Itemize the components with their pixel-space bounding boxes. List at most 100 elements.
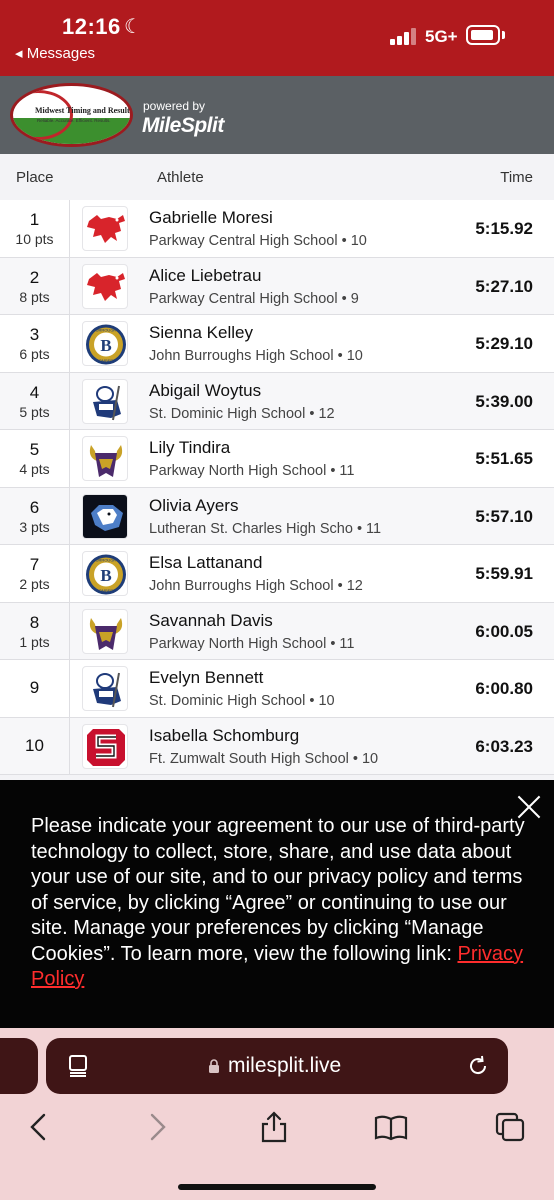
place-cell: 7 2 pts [0,545,70,602]
place-number: 4 [29,382,40,402]
athlete-school: St. Dominic High School • 12 [149,405,335,422]
place-number: 5 [29,440,40,459]
crusader-logo [82,666,128,711]
finish-time: 6:00.05 [475,621,533,641]
athlete-school: St. Dominic High School • 10 [149,693,335,709]
place-number: 2 [29,267,40,287]
points-label: 5 pts [19,403,50,420]
crusader-logo [82,378,128,424]
red-mustang-logo [82,263,128,309]
place-number: 6 [29,497,40,517]
place-cell: 3 6 pts [0,315,70,372]
logo-title: Midwest Timing and Results [35,106,133,115]
points-label: 6 pts [19,346,50,362]
finish-time: 5:15.92 [475,219,533,238]
previous-tab-preview[interactable] [0,1038,38,1094]
midwest-timing-logo[interactable]: Midwest Timing and Results Reliable. Acc… [10,83,133,147]
place-number: 8 [29,612,40,632]
reload-icon[interactable] [466,1054,490,1078]
status-bar: 12:16 ☾ ◂ Messages 5G+ [0,0,554,76]
athlete-name[interactable]: Olivia Ayers [149,496,238,516]
table-row[interactable]: 10 Isabella Schomburg Ft. Zumwalt South H… [0,717,554,775]
logo-subtitle: Reliable. Accurate. Efficient. Results. [37,118,111,123]
athlete-name[interactable]: Alice Liebetrau [149,266,261,286]
finish-time: 6:03.23 [475,736,533,756]
cookie-consent-text: Please indicate your agreement to our us… [31,814,527,993]
table-row[interactable]: 5 4 pts Lily Tindira Parkway North High Sc… [0,430,554,488]
athlete-name[interactable]: Lily Tindira [149,438,230,458]
athlete-name[interactable]: Evelyn Bennett [149,668,263,688]
url-text: milesplit.live [228,1054,342,1077]
column-header-place: Place [16,169,54,186]
red-mustang-logo [82,206,128,251]
place-cell: 10 [0,717,70,774]
zumwalt-s-logo [82,723,128,769]
athlete-school: John Burroughs High School • 12 [149,578,363,594]
milesplit-logo[interactable]: MileSplit [142,114,224,138]
table-row[interactable]: 28 pts Alice Liebetrau Parkway Central Hi… [0,257,554,315]
place-cell: 28 pts [0,257,70,314]
cellular-signal-icon [390,28,416,45]
place-cell: 5 4 pts [0,430,70,487]
finish-time: 5:59.91 [475,564,533,583]
athlete-school: Ft. Zumwalt South High School • 10 [149,750,379,767]
cookie-message: Please indicate your agreement to our us… [31,815,525,965]
powered-by-label: powered by [143,99,206,113]
place-number: 3 [29,325,40,344]
page-menu-icon[interactable] [68,1055,88,1077]
athlete-name[interactable]: Gabrielle Moresi [149,208,273,228]
athlete-school: John Burroughs High School • 10 [149,348,363,364]
back-to-messages-link[interactable]: ◂ Messages [15,44,95,62]
moon-icon: ☾ [124,16,142,38]
finish-time: 5:29.10 [475,334,533,353]
column-header-athlete: Athlete [157,169,204,186]
viking-logo [82,608,128,654]
points-label: 3 pts [19,518,50,535]
table-row[interactable]: 63 pts Olivia Ayers Lutheran St. Charles … [0,487,554,545]
athlete-name[interactable]: Abigail Woytus [149,381,261,401]
share-icon[interactable] [257,1110,291,1144]
battery-nub [502,31,505,39]
place-number: 9 [29,678,40,697]
burroughs-letter: B [100,336,111,355]
athlete-school: Lutheran St. Charles High Scho • 11 [149,520,382,537]
bookmarks-icon[interactable] [374,1110,408,1144]
tabs-icon[interactable] [493,1110,527,1144]
cougar-logo [82,493,128,539]
athlete-school: Parkway North High School • 11 [149,463,355,479]
lock-icon [209,1059,219,1073]
place-cell: 1 10 pts [0,200,70,257]
address-bar[interactable]: milesplit.live [46,1038,508,1094]
finish-time: 5:51.65 [475,449,533,468]
forward-arrow-icon[interactable] [140,1110,174,1144]
burroughs-bombers-logo: B BURROUGHS BOMBERS [82,321,128,366]
place-number: 10 [25,735,44,755]
place-cell: 9 [0,660,70,717]
athlete-name[interactable]: Sienna Kelley [149,323,253,343]
burroughs-top-text: BURROUGHS [93,558,119,563]
back-arrow-icon[interactable] [22,1110,56,1144]
battery-icon [466,25,500,45]
table-row[interactable]: 3 6 pts B BURROUGHS BOMBERS Sienna Kelley Jo… [0,315,554,373]
points-label: 10 pts [15,231,54,247]
place-cell: 63 pts [0,487,70,544]
burroughs-bottom-text: BOMBERS [96,358,116,363]
finish-time: 5:57.10 [475,506,533,526]
network-type: 5G+ [425,27,458,46]
place-cell: 81 pts [0,602,70,659]
athlete-name[interactable]: Elsa Lattanand [149,553,262,573]
home-indicator [178,1184,376,1190]
points-label: 8 pts [19,288,50,305]
athlete-name[interactable]: Savannah Davis [149,611,273,631]
table-row[interactable]: 9 Evelyn Bennett St. Dominic High School … [0,660,554,718]
finish-time: 5:27.10 [475,276,533,296]
table-row[interactable]: 45 pts Abigail Woytus St. Dominic High Sc… [0,372,554,430]
table-row[interactable]: 81 pts Savannah Davis Parkway North High … [0,602,554,660]
burroughs-letter: B [100,566,111,585]
finish-time: 5:39.00 [475,391,533,411]
table-row[interactable]: 1 10 pts Gabrielle Moresi Parkway Central … [0,200,554,258]
athlete-school: Parkway North High School • 11 [149,635,355,652]
athlete-name[interactable]: Isabella Schomburg [149,726,299,746]
burroughs-bombers-logo: B BURROUGHS BOMBERS [82,551,128,596]
table-row[interactable]: 7 2 pts B BURROUGHS BOMBERS Elsa Lattanand J… [0,545,554,603]
